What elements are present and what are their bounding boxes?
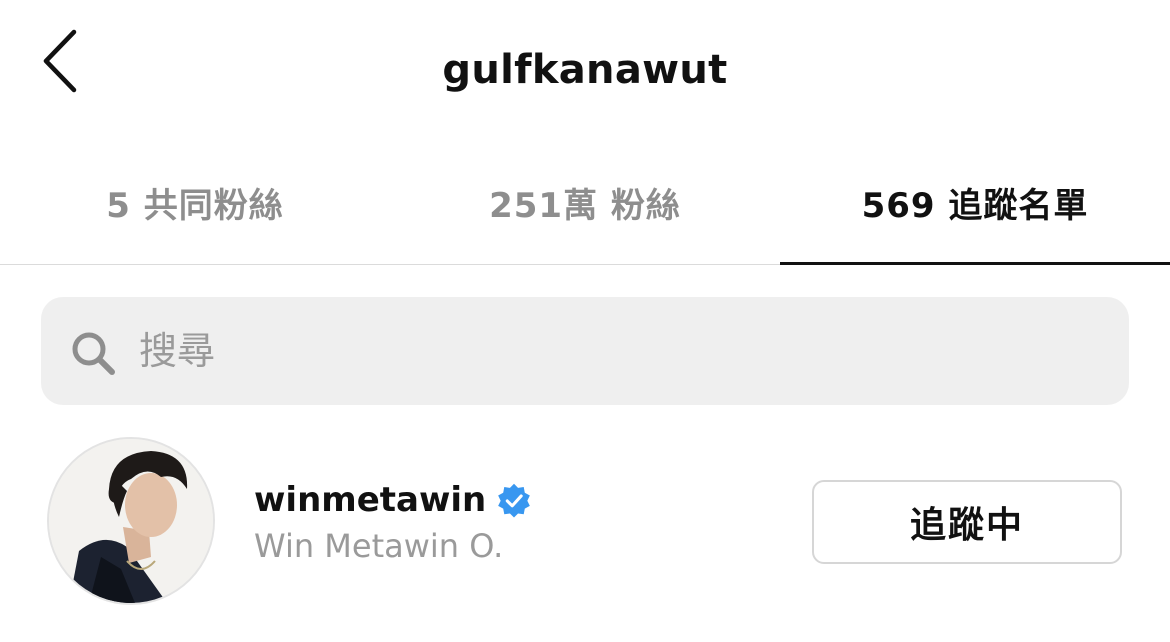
following-list-screen: gulfkanawut 5 共同粉絲 251萬 粉絲 569 追蹤名單 搜尋 w… [0,0,1170,642]
following-button[interactable]: 追蹤中 [812,480,1122,564]
search-input[interactable] [137,328,1041,374]
tab-following-label: 569 追蹤名單 [861,185,1089,226]
active-tab-indicator [780,262,1170,265]
tab-mutual-followers[interactable]: 5 共同粉絲 [0,140,390,264]
search-icon [72,332,115,375]
page-title: gulfkanawut [442,47,728,93]
tab-followers[interactable]: 251萬 粉絲 [390,140,780,264]
tab-bar: 5 共同粉絲 251萬 粉絲 569 追蹤名單 [0,140,1170,265]
full-name: Win Metawin O. [254,527,504,565]
username[interactable]: winmetawin [254,478,532,522]
username-text: winmetawin [254,480,487,520]
avatar[interactable] [47,437,215,605]
avatar-image [49,439,213,603]
tab-following[interactable]: 569 追蹤名單 [780,140,1170,265]
verified-badge-icon [498,483,531,518]
search-bar [41,297,1129,405]
header: gulfkanawut [0,0,1170,140]
